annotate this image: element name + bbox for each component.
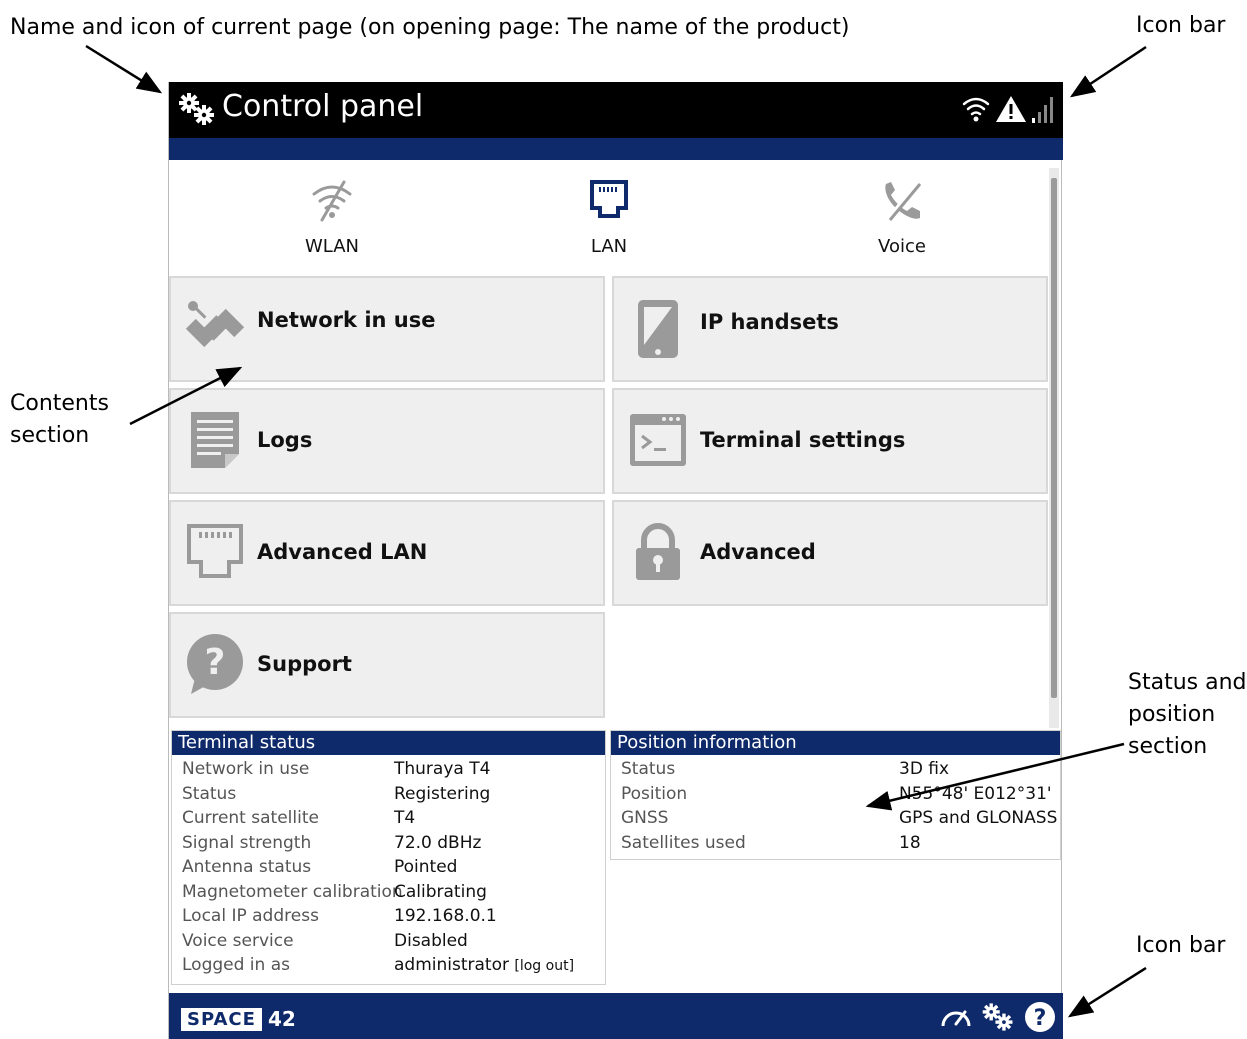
tile-advanced-lan-label: Advanced LAN — [257, 540, 428, 564]
signal-bars-icon[interactable] — [1031, 92, 1057, 128]
annotation-status-1: Status and — [1128, 670, 1247, 695]
annotation-status-3: section — [1128, 734, 1208, 759]
row-value: 72.0 dBHz — [394, 833, 482, 853]
arrow-to-title — [85, 44, 163, 94]
question-bubble-icon: ? — [183, 632, 247, 700]
nav-voice-label: Voice — [878, 236, 926, 257]
annotation-contents-1: Contents — [10, 391, 109, 416]
row-value: Calibrating — [394, 882, 487, 902]
tile-support-label: Support — [257, 652, 352, 676]
annotation-contents-2: section — [10, 423, 90, 448]
row-key: Magnetometer calibration — [182, 882, 403, 902]
title-bar: Control panel — [169, 82, 1063, 138]
row-key: Local IP address — [182, 906, 319, 926]
tile-terminal-settings[interactable]: Terminal settings — [612, 388, 1048, 494]
speedometer-icon[interactable] — [939, 1002, 973, 1036]
arrow-to-icon-bar-bottom — [1067, 966, 1147, 1018]
tile-terminal-settings-label: Terminal settings — [700, 428, 906, 452]
row-key: GNSS — [621, 808, 669, 828]
row-value: Registering — [394, 784, 491, 804]
svg-text:?: ? — [205, 642, 226, 683]
position-info-panel: Position information Status 3D fix Positi… — [610, 730, 1061, 860]
row-value: 3D fix — [899, 759, 950, 779]
logs-icon — [183, 408, 247, 476]
lock-icon — [626, 520, 690, 588]
top-nav: WLAN LAN Voice — [169, 168, 1049, 276]
tile-network-in-use-label: Network in use — [257, 308, 436, 332]
svg-text:?: ? — [1034, 1006, 1047, 1031]
row-key: Network in use — [182, 759, 310, 779]
terminal-status-title: Terminal status — [172, 731, 605, 755]
annotation-icon-bar-top: Icon bar — [1136, 13, 1226, 38]
wlan-disabled-icon — [308, 180, 356, 228]
row-key: Satellites used — [621, 833, 746, 853]
row-key: Signal strength — [182, 833, 312, 853]
row-value: administrator — [394, 955, 509, 975]
row-key: Voice service — [182, 931, 294, 951]
annotation-status-2: position — [1128, 702, 1216, 727]
warning-icon[interactable] — [995, 94, 1027, 128]
scrollbar-thumb[interactable] — [1051, 178, 1057, 698]
lan-port-icon — [587, 180, 631, 228]
row-value: Pointed — [394, 857, 458, 877]
tile-logs-label: Logs — [257, 428, 313, 452]
lan-port-icon — [183, 520, 247, 588]
position-info-title: Position information — [611, 731, 1060, 755]
satellite-icon — [183, 296, 247, 364]
row-key: Antenna status — [182, 857, 312, 877]
contents-section: WLAN LAN Voice Network in use IP handset… — [169, 168, 1063, 728]
tile-ip-handsets-label: IP handsets — [700, 310, 839, 334]
nav-wlan-label: WLAN — [304, 236, 360, 257]
row-value: 18 — [899, 833, 921, 853]
tile-support[interactable]: ? Support — [169, 612, 605, 718]
logo-text: SPACE — [181, 1007, 262, 1031]
page-title: Control panel — [222, 89, 424, 124]
handset-icon — [626, 296, 690, 364]
title-accent-strip — [169, 138, 1063, 160]
logo-number: 42 — [267, 1007, 296, 1031]
nav-voice[interactable]: Voice — [842, 178, 962, 257]
gears-icon — [177, 91, 217, 131]
logout-link[interactable]: [log out] — [514, 958, 574, 974]
device-screen: Control panel WLAN LAN Voice Network in … — [168, 82, 1063, 1039]
row-key: Status — [621, 759, 676, 779]
tile-ip-handsets[interactable]: IP handsets — [612, 276, 1048, 382]
tile-network-in-use[interactable]: Network in use — [169, 276, 605, 382]
icon-bar-top — [961, 92, 1057, 128]
terminal-status-panel: Terminal status Network in use Thuraya T4… — [171, 730, 606, 985]
wifi-icon[interactable] — [961, 92, 991, 128]
tile-advanced[interactable]: Advanced — [612, 500, 1048, 606]
row-key: Current satellite — [182, 808, 319, 828]
tile-advanced-lan[interactable]: Advanced LAN — [169, 500, 605, 606]
row-value: T4 — [394, 808, 416, 828]
nav-wlan[interactable]: WLAN — [272, 178, 392, 257]
annotation-page-name: Name and icon of current page (on openin… — [10, 15, 850, 40]
arrow-to-icon-bar-top — [1069, 45, 1147, 98]
bottom-icon-bar: SPACE 42 ? — [169, 993, 1063, 1039]
phone-disabled-icon — [878, 181, 926, 228]
nav-lan-label: LAN — [590, 236, 628, 257]
nav-lan[interactable]: LAN — [549, 178, 669, 257]
help-icon[interactable]: ? — [1023, 1000, 1057, 1038]
row-value: Disabled — [394, 931, 468, 951]
terminal-icon — [626, 408, 690, 476]
row-key: Position — [621, 784, 688, 804]
row-value: Thuraya T4 — [394, 759, 491, 779]
row-value: N55°48' E012°31' — [899, 784, 1052, 804]
gears-icon[interactable] — [981, 1001, 1015, 1037]
row-key: Status — [182, 784, 237, 804]
content-scrollbar[interactable] — [1049, 168, 1059, 728]
row-value: 192.168.0.1 — [394, 906, 497, 926]
row-value: GPS and GLONASS — [899, 808, 1058, 828]
space42-logo: SPACE 42 — [181, 1005, 296, 1033]
tile-advanced-label: Advanced — [700, 540, 816, 564]
row-key: Logged in as — [182, 955, 290, 975]
tile-logs[interactable]: Logs — [169, 388, 605, 494]
icon-bar-bottom: ? — [939, 1000, 1057, 1038]
annotation-icon-bar-bottom: Icon bar — [1136, 933, 1226, 958]
